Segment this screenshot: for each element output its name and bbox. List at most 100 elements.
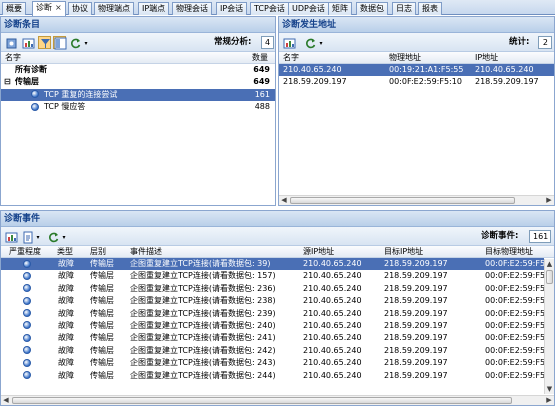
column-dst-mac[interactable]: 目标物理地址: [485, 246, 533, 258]
table-row[interactable]: 故障 传输层 企图重复建立TCP连接(请看数据包: 244) 210.40.65.24…: [1, 370, 553, 382]
column-layer[interactable]: 层别: [90, 246, 106, 258]
column-type[interactable]: 类型: [57, 246, 73, 258]
filter-icon[interactable]: [38, 36, 51, 49]
tab-label: IP会话: [220, 4, 244, 13]
export-icon[interactable]: [21, 230, 34, 244]
collapse-icon[interactable]: ⊟: [4, 76, 11, 88]
scroll-up-icon[interactable]: ▲: [545, 259, 554, 269]
diag-events-vscroll[interactable]: ▲ ▼: [544, 259, 554, 394]
export-dropdown-icon[interactable]: ▾: [34, 230, 42, 243]
cell-src: 210.40.65.240: [303, 333, 362, 343]
scroll-left-icon[interactable]: ◀: [1, 396, 11, 405]
cell-dst: 218.59.209.197: [384, 345, 448, 355]
tree-row-label: TCP 重复的连接尝试: [44, 89, 118, 99]
column-count[interactable]: 数量: [252, 52, 268, 64]
cell-src: 210.40.65.240: [303, 296, 362, 306]
diag-events-hscroll[interactable]: ◀ ▶: [1, 395, 554, 405]
fault-icon: [23, 258, 31, 270]
tab-2[interactable]: 协议: [68, 2, 92, 15]
tree-settings-icon[interactable]: [4, 36, 17, 49]
table-row[interactable]: 故障 传输层 企图重复建立TCP连接(请看数据包: 39) 210.40.65.240…: [1, 258, 553, 271]
column-name[interactable]: 名字: [283, 52, 299, 64]
scroll-thumb[interactable]: [546, 270, 553, 284]
table-row[interactable]: 218.59.209.197 00:0F:E2:59:F5:10 218.59.20…: [279, 76, 554, 88]
tab-3[interactable]: 物理端点: [94, 2, 134, 15]
cell-src: 210.40.65.240: [303, 345, 362, 355]
refresh-icon[interactable]: [46, 230, 59, 243]
cell-src: 210.40.65.240: [303, 259, 362, 268]
table-row[interactable]: 故障 传输层 企图重复建立TCP连接(请看数据包: 157) 210.40.65.24…: [1, 270, 553, 282]
chart-icon[interactable]: [4, 230, 18, 243]
table-row[interactable]: 故障 传输层 企图重复建立TCP连接(请看数据包: 236) 210.40.65.24…: [1, 283, 553, 295]
table-row[interactable]: 故障 传输层 企图重复建立TCP连接(请看数据包: 239) 210.40.65.24…: [1, 308, 553, 320]
cell-desc: 企图重复建立TCP连接(请看数据包: 243): [130, 358, 276, 368]
column-mac[interactable]: 物理地址: [389, 52, 421, 64]
tab-12[interactable]: 报表: [418, 2, 442, 15]
tab-0[interactable]: 概要: [2, 2, 26, 15]
stat-label: 统计:: [509, 37, 530, 47]
tree-row-label: TCP 慢应答: [44, 102, 86, 112]
chart-icon[interactable]: [282, 36, 296, 49]
column-severity[interactable]: 严重程度: [9, 246, 41, 258]
tree-row[interactable]: ⊟ 传输层 649: [1, 76, 275, 88]
diag-events-list: 故障 传输层 企图重复建立TCP连接(请看数据包: 39) 210.40.65.240…: [1, 258, 553, 382]
fault-icon: [23, 370, 31, 382]
cell-name: 210.40.65.240: [283, 65, 342, 74]
cell-dmac: 00:0F:E2:59:F5:1: [485, 259, 553, 268]
cell-type: 故障: [58, 358, 74, 368]
scroll-thumb[interactable]: [12, 397, 512, 404]
tab-8[interactable]: UDP会话: [288, 2, 329, 15]
refresh-icon[interactable]: [68, 36, 81, 49]
chart-icon[interactable]: [21, 36, 35, 49]
refresh-dropdown-icon[interactable]: ▾: [82, 36, 90, 49]
stat-count: 2: [538, 36, 552, 49]
column-ip[interactable]: IP地址: [475, 52, 498, 64]
scroll-right-icon[interactable]: ▶: [544, 196, 554, 205]
tab-4[interactable]: IP端点: [138, 2, 170, 15]
diag-address-hscroll[interactable]: ◀ ▶: [279, 195, 554, 205]
refresh-dropdown-icon[interactable]: ▾: [60, 230, 68, 243]
tree-row[interactable]: TCP 重复的连接尝试 161: [1, 88, 275, 102]
tree-row[interactable]: TCP 慢应答 488: [1, 101, 275, 113]
close-icon[interactable]: ×: [55, 3, 62, 12]
refresh-dropdown-icon[interactable]: ▾: [317, 36, 325, 49]
table-row[interactable]: 故障 传输层 企图重复建立TCP连接(请看数据包: 241) 210.40.65.24…: [1, 332, 553, 344]
tab-5[interactable]: 物理会话: [172, 2, 212, 15]
scroll-right-icon[interactable]: ▶: [544, 396, 554, 405]
tab-9[interactable]: 矩阵: [328, 2, 352, 15]
table-row[interactable]: 故障 传输层 企图重复建立TCP连接(请看数据包: 242) 210.40.65.24…: [1, 345, 553, 357]
tab-6[interactable]: IP会话: [216, 2, 248, 15]
column-dst-ip[interactable]: 目标IP地址: [384, 246, 423, 258]
scroll-thumb[interactable]: [290, 197, 515, 204]
scroll-left-icon[interactable]: ◀: [279, 196, 289, 205]
tree-row-count: 488: [254, 102, 270, 112]
tab-11[interactable]: 日志: [392, 2, 416, 15]
cell-type: 故障: [58, 370, 74, 380]
table-row[interactable]: 故障 传输层 企图重复建立TCP连接(请看数据包: 240) 210.40.65.24…: [1, 320, 553, 332]
column-name[interactable]: 名字: [5, 52, 21, 64]
table-row[interactable]: 故障 传输层 企图重复建立TCP连接(请看数据包: 238) 210.40.65.24…: [1, 295, 553, 307]
cell-layer: 传输层: [90, 345, 114, 355]
fault-icon: [23, 345, 31, 357]
refresh-icon[interactable]: [303, 36, 316, 49]
cell-ip: 210.40.65.240: [475, 65, 534, 74]
layout-icon[interactable]: [53, 36, 67, 50]
tab-10[interactable]: 数据包: [356, 2, 388, 15]
table-row[interactable]: 210.40.65.240 00:19:21:A1:F5:55 210.40.65.…: [279, 64, 554, 77]
fault-icon: [31, 101, 39, 113]
scroll-down-icon[interactable]: ▼: [545, 384, 554, 394]
diag-events-column-header: 严重程度 类型 层别 事件描述 源IP地址 目标IP地址 目标物理地址: [1, 246, 554, 258]
tree-row[interactable]: 所有诊断 649: [1, 64, 275, 76]
tab-label: 日志: [396, 4, 412, 13]
general-analysis-label: 常规分析:: [214, 37, 252, 47]
tab-7[interactable]: TCP会话: [250, 2, 289, 15]
column-src-ip[interactable]: 源IP地址: [303, 246, 334, 258]
cell-dst: 218.59.209.197: [384, 370, 448, 380]
cell-type: 故障: [58, 259, 74, 268]
tab-1[interactable]: 诊断 ×: [32, 1, 66, 16]
table-row[interactable]: 故障 传输层 企图重复建立TCP连接(请看数据包: 243) 210.40.65.24…: [1, 357, 553, 369]
column-description[interactable]: 事件描述: [130, 246, 162, 258]
cell-dmac: 00:0F:E2:59:F5:1: [485, 308, 553, 318]
tab-label: UDP会话: [292, 4, 325, 13]
cell-dst: 218.59.209.197: [384, 358, 448, 368]
